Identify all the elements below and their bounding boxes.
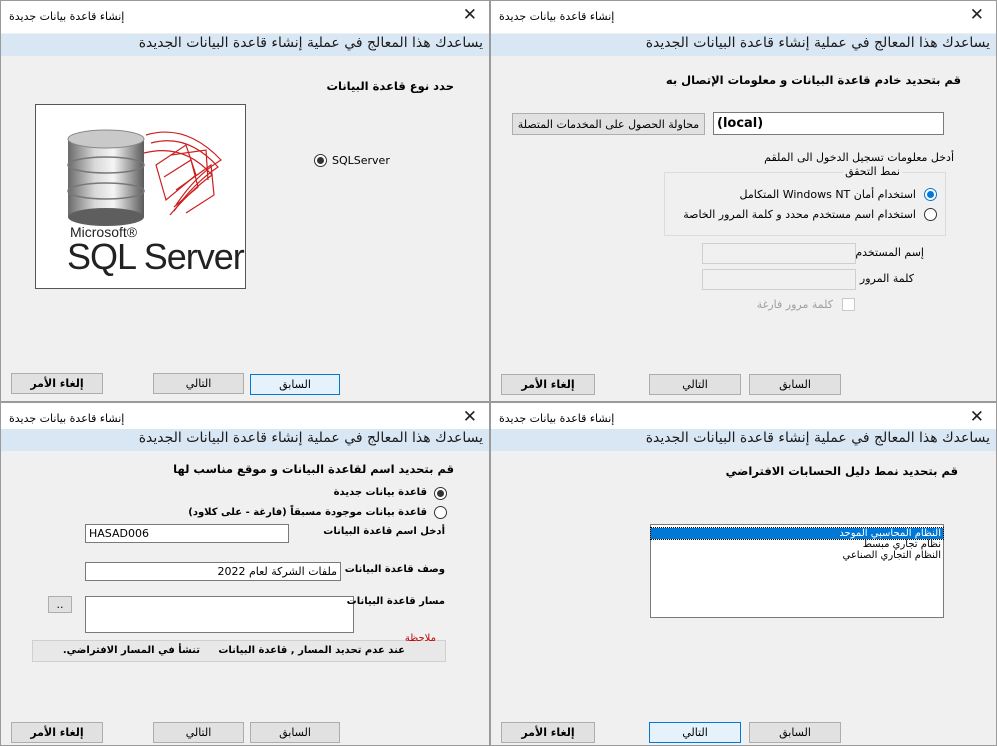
cancel-button[interactable]: إلغاء الأمر (501, 374, 595, 395)
db-path-field[interactable] (85, 596, 354, 633)
note-text-default: تنشأ في المسار الافتراضي. (62, 645, 200, 656)
banner-text: يساعدك هذا المعالج في عملية إنشاء قاعدة … (138, 35, 483, 51)
window-title: إنشاء قاعدة بيانات جديدة (499, 412, 615, 425)
auth-group-label: نمط التحقق (843, 165, 902, 178)
note-text-path: عند عدم تحديد المسار , قاعدة البيانات (218, 645, 405, 656)
wizard-banner: يساعدك هذا المعالج في عملية إنشاء قاعدة … (1, 429, 489, 451)
password-label: كلمة المرور (859, 272, 914, 285)
wizard-window-chart-of-accounts: إنشاء قاعدة بيانات جديدة ✕ يساعدك هذا ال… (490, 402, 997, 746)
wizard-window-server: إنشاء قاعدة بيانات جديدة ✕ يساعدك هذا ال… (490, 0, 997, 402)
existing-db-label: قاعدة بيانات موجودة مسبقاً (فارغة - على … (188, 507, 427, 518)
get-services-button[interactable]: محاولة الحصول على المخدمات المتصلة (512, 113, 705, 135)
empty-password-checkbox[interactable] (842, 298, 855, 311)
page-heading: حدد نوع قاعدة البيانات (326, 79, 454, 93)
close-icon[interactable]: ✕ (463, 407, 477, 427)
banner-text: يساعدك هذا المعالج في عملية إنشاء قاعدة … (138, 430, 483, 446)
page-heading: قم بتحديد اسم لقاعدة البيانات و موقع منا… (173, 462, 454, 476)
new-db-label: قاعدة بيانات جديدة (333, 487, 427, 498)
back-button[interactable]: السابق (250, 722, 340, 743)
password-field[interactable] (702, 269, 856, 290)
close-icon[interactable]: ✕ (463, 5, 477, 25)
username-field[interactable] (702, 243, 856, 264)
cancel-button[interactable]: إلغاء الأمر (11, 373, 103, 394)
banner-text: يساعدك هذا المعالج في عملية إنشاء قاعدة … (645, 35, 990, 51)
page-heading: قم بتحديد نمط دليل الحسابات الافتراضي (725, 464, 958, 478)
close-icon[interactable]: ✕ (970, 407, 984, 427)
auth-windows-label: استخدام أمان Windows NT المتكامل (739, 188, 917, 201)
cancel-button[interactable]: إلغاء الأمر (501, 722, 595, 743)
auth-sql-radio[interactable] (924, 208, 937, 221)
wizard-banner: يساعدك هذا المعالج في عملية إنشاء قاعدة … (491, 34, 996, 56)
db-path-label: مسار قاعدة البيانات (346, 596, 445, 607)
db-description-field[interactable] (85, 562, 341, 581)
db-name-field[interactable] (85, 524, 289, 543)
wizard-banner: يساعدك هذا المعالج في عملية إنشاء قاعدة … (1, 34, 489, 56)
window-title: إنشاء قاعدة بيانات جديدة (499, 10, 615, 23)
browse-path-button[interactable]: .. (48, 596, 72, 613)
existing-db-radio[interactable] (434, 506, 447, 519)
auth-mode-group (664, 172, 946, 236)
cancel-button[interactable]: إلغاء الأمر (11, 722, 103, 743)
sqlserver-option-label: SQLServer (332, 154, 390, 167)
close-icon[interactable]: ✕ (970, 5, 984, 25)
username-label: إسم المستخدم (855, 246, 924, 259)
wizard-window-db-name: إنشاء قاعدة بيانات جديدة ✕ يساعدك هذا ال… (0, 402, 490, 746)
empty-password-label: كلمة مرور فارغة (756, 298, 833, 311)
window-title: إنشاء قاعدة بيانات جديدة (9, 10, 125, 23)
list-item[interactable]: النظام التجاري الصناعي (651, 550, 943, 561)
back-button[interactable]: السابق (250, 374, 340, 395)
sql-server-logo: Microsoft® SQL Server (35, 104, 246, 289)
back-button[interactable]: السابق (749, 722, 841, 743)
window-title: إنشاء قاعدة بيانات جديدة (9, 412, 125, 425)
back-button[interactable]: السابق (749, 374, 841, 395)
db-description-label: وصف قاعدة البيانات (344, 564, 445, 575)
server-field[interactable] (713, 112, 944, 135)
chart-of-accounts-list[interactable]: النظام المحاسبي الموحد نظام تجاري مبسط ا… (650, 524, 944, 618)
auth-windows-radio[interactable] (924, 188, 937, 201)
next-button[interactable]: التالي (649, 374, 741, 395)
list-item[interactable]: نظام تجاري مبسط (651, 539, 943, 550)
new-db-radio[interactable] (434, 487, 447, 500)
banner-text: يساعدك هذا المعالج في عملية إنشاء قاعدة … (645, 430, 990, 446)
title-bar: إنشاء قاعدة بيانات جديدة ✕ (491, 1, 996, 33)
auth-sql-label: استخدام اسم مستخدم محدد و كلمة المرور ال… (683, 208, 916, 221)
login-info-label: أدخل معلومات تسجيل الدخول الى الملقم (764, 151, 954, 164)
db-name-label: أدخل اسم قاعدة البيانات (323, 526, 445, 537)
note-title: ملاحظة (404, 633, 436, 644)
next-button[interactable]: التالي (153, 373, 244, 394)
page-heading: قم بتحديد خادم قاعدة البيانات و معلومات … (665, 73, 961, 87)
list-item[interactable]: النظام المحاسبي الموحد (650, 527, 944, 540)
wizard-banner: يساعدك هذا المعالج في عملية إنشاء قاعدة … (491, 429, 996, 451)
title-bar: إنشاء قاعدة بيانات جديدة ✕ (1, 1, 489, 33)
next-button[interactable]: التالي (153, 722, 244, 743)
sqlserver-radio[interactable] (314, 154, 327, 167)
logo-sql-server-text: SQL Server (67, 236, 245, 277)
next-button[interactable]: التالي (649, 722, 741, 743)
wizard-window-db-type: إنشاء قاعدة بيانات جديدة ✕ يساعدك هذا ال… (0, 0, 490, 402)
